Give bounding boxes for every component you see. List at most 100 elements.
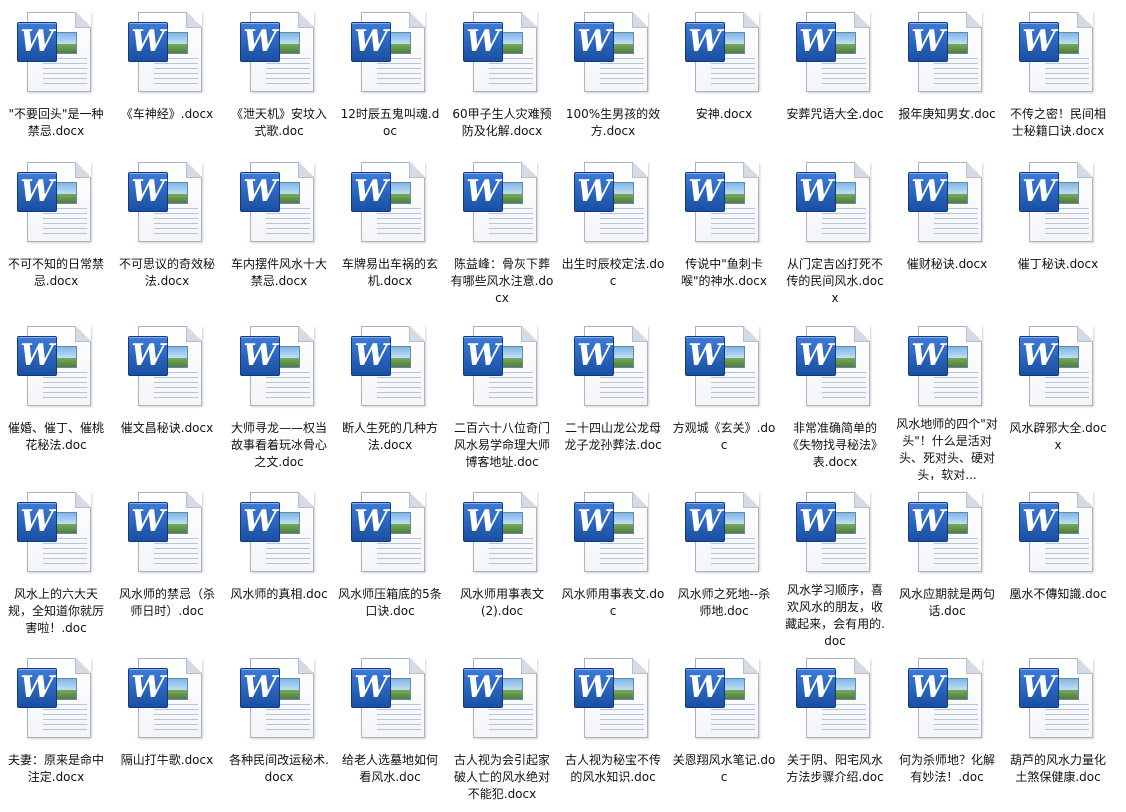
file-item[interactable]: W 古人视为秘宝不传的风水知识.doc bbox=[561, 654, 665, 812]
file-item[interactable]: W 风水应期就是两句话.doc bbox=[895, 488, 999, 646]
file-item[interactable]: W 夫妻：原来是命中注定.docx bbox=[4, 654, 108, 812]
file-item[interactable]: W 传说中"鱼刺卡喉"的神水.docx bbox=[672, 158, 776, 316]
word-document-icon: W bbox=[1019, 658, 1097, 740]
word-w-icon: W bbox=[574, 22, 614, 62]
word-w-icon: W bbox=[685, 22, 725, 62]
word-document-icon: W bbox=[17, 492, 95, 574]
word-w-icon: W bbox=[128, 172, 168, 212]
file-item[interactable]: W 各种民间改运秘术.docx bbox=[227, 654, 331, 812]
word-w-icon: W bbox=[574, 668, 614, 708]
file-item[interactable]: W 凰水不傳知識.doc bbox=[1006, 488, 1110, 646]
file-item[interactable]: W 催丁秘诀.docx bbox=[1006, 158, 1110, 316]
file-item[interactable]: W 何为杀师地？化解有妙法！.doc bbox=[895, 654, 999, 812]
word-document-icon: W bbox=[1019, 162, 1097, 244]
word-w-icon: W bbox=[17, 22, 57, 62]
word-document-icon: W bbox=[17, 162, 95, 244]
file-name-label: 60甲子生人灾难预防及化解.docx bbox=[452, 107, 552, 138]
file-item[interactable]: W 大师寻龙——权当故事看着玩冰骨心之文.doc bbox=[227, 322, 331, 480]
file-item[interactable]: W 60甲子生人灾难预防及化解.docx bbox=[450, 8, 554, 166]
word-document-icon: W bbox=[574, 12, 652, 94]
file-item[interactable]: W 不可不知的日常禁忌.docx bbox=[4, 158, 108, 316]
file-item[interactable]: W 风水师压箱底的5条口诀.doc bbox=[338, 488, 442, 646]
word-w-icon: W bbox=[240, 336, 280, 376]
file-item[interactable]: W 关于阴、阳宅风水方法步骤介绍.doc bbox=[783, 654, 887, 812]
word-w-icon: W bbox=[463, 336, 503, 376]
file-item[interactable]: W 断人生死的几种方法.docx bbox=[338, 322, 442, 480]
file-name-label: 风水师用事表文.doc bbox=[561, 587, 665, 618]
file-item[interactable]: W 风水师用事表文.doc bbox=[561, 488, 665, 646]
file-item[interactable]: W 《泄天机》安坟入式歌.doc bbox=[227, 8, 331, 166]
file-item[interactable]: W 安神.docx bbox=[672, 8, 776, 166]
word-document-icon: W bbox=[17, 658, 95, 740]
word-document-icon: W bbox=[463, 162, 541, 244]
file-item[interactable]: W "不要回头"是一种禁忌.docx bbox=[4, 8, 108, 166]
file-item[interactable]: W 安葬咒语大全.doc bbox=[783, 8, 887, 166]
file-item[interactable]: W 非常准确简单的《失物找寻秘法》表.docx bbox=[783, 322, 887, 480]
word-document-icon: W bbox=[240, 658, 318, 740]
file-name-label: 安神.docx bbox=[695, 107, 753, 121]
file-item[interactable]: W 风水地师的四个"对头"！什么是活对头、死对头、硬对头，软对... bbox=[895, 322, 999, 480]
file-item[interactable]: W 隔山打牛歌.docx bbox=[115, 654, 219, 812]
file-name-label: 不可思议的奇效秘法.docx bbox=[118, 257, 215, 288]
file-name-label: 非常准确简单的《失物找寻秘法》表.docx bbox=[786, 421, 883, 469]
file-item[interactable]: W 风水师用事表文(2).doc bbox=[450, 488, 554, 646]
word-w-icon: W bbox=[17, 336, 57, 376]
file-name-label: 报年庚知男女.doc bbox=[898, 107, 996, 121]
file-item[interactable]: W 不传之密！民间相士秘籍口诀.docx bbox=[1006, 8, 1110, 166]
file-item[interactable]: W 风水学习顺序，喜欢风水的朋友，收藏起来，会有用的.doc bbox=[783, 488, 887, 646]
word-document-icon: W bbox=[128, 492, 206, 574]
file-name-label: 催文昌秘诀.docx bbox=[120, 421, 214, 435]
file-name-label: 葫芦的风水力量化土煞保健康.doc bbox=[1009, 753, 1106, 784]
file-item[interactable]: W 风水辟邪大全.docx bbox=[1006, 322, 1110, 480]
file-item[interactable]: W 车牌易出车祸的玄机.docx bbox=[338, 158, 442, 316]
word-document-icon: W bbox=[463, 492, 541, 574]
file-item[interactable]: W 从门定吉凶打死不传的民间风水.docx bbox=[783, 158, 887, 316]
word-document-icon: W bbox=[351, 658, 429, 740]
word-w-icon: W bbox=[796, 172, 836, 212]
file-item[interactable]: W 催文昌秘诀.docx bbox=[115, 322, 219, 480]
file-item[interactable]: W 《车神经》.docx bbox=[115, 8, 219, 166]
file-name-label: 风水师的真相.doc bbox=[230, 587, 328, 601]
word-w-icon: W bbox=[908, 502, 948, 542]
word-document-icon: W bbox=[128, 12, 206, 94]
word-w-icon: W bbox=[574, 502, 614, 542]
file-item[interactable]: W 风水师之死地--杀师地.doc bbox=[672, 488, 776, 646]
file-item[interactable]: W 风水师的禁忌（杀师日时）.doc bbox=[115, 488, 219, 646]
word-w-icon: W bbox=[796, 502, 836, 542]
file-name-label: 出生时辰校定法.doc bbox=[561, 257, 665, 288]
file-name-label: 风水应期就是两句话.doc bbox=[898, 587, 995, 618]
file-item[interactable]: W 报年庚知男女.doc bbox=[895, 8, 999, 166]
file-item[interactable]: W 催财秘诀.docx bbox=[895, 158, 999, 316]
file-item[interactable]: W 12时辰五鬼叫魂.doc bbox=[338, 8, 442, 166]
file-item[interactable]: W 100%生男孩的效方.docx bbox=[561, 8, 665, 166]
file-item[interactable]: W 二十四山龙公龙母龙子龙孙葬法.doc bbox=[561, 322, 665, 480]
file-name-label: 风水地师的四个"对头"！什么是活对头、死对头、硬对头，软对... bbox=[896, 416, 998, 480]
word-w-icon: W bbox=[351, 668, 391, 708]
file-item[interactable]: W 葫芦的风水力量化土煞保健康.doc bbox=[1006, 654, 1110, 812]
word-document-icon: W bbox=[685, 492, 763, 574]
file-item[interactable]: W 古人视为会引起家破人亡的风水绝对不能犯.docx bbox=[450, 654, 554, 812]
file-item[interactable]: W 二百六十八位奇门风水易学命理大师博客地址.doc bbox=[450, 322, 554, 480]
word-document-icon: W bbox=[1019, 12, 1097, 94]
word-w-icon: W bbox=[240, 172, 280, 212]
word-w-icon: W bbox=[908, 336, 948, 376]
word-document-icon: W bbox=[796, 162, 874, 244]
file-name-label: 夫妻：原来是命中注定.docx bbox=[7, 753, 104, 784]
file-item[interactable]: W 风水师的真相.doc bbox=[227, 488, 331, 646]
file-item[interactable]: W 关恩翔风水笔记.doc bbox=[672, 654, 776, 812]
file-item[interactable]: W 催婚、催丁、催桃花秘法.doc bbox=[4, 322, 108, 480]
file-item[interactable]: W 方观城《玄关》.doc bbox=[672, 322, 776, 480]
word-document-icon: W bbox=[463, 658, 541, 740]
file-item[interactable]: W 陈益峰：骨灰下葬有哪些风水注意.docx bbox=[450, 158, 554, 316]
file-item[interactable]: W 出生时辰校定法.doc bbox=[561, 158, 665, 316]
file-item[interactable]: W 给老人选墓地如何看风水.doc bbox=[338, 654, 442, 812]
word-document-icon: W bbox=[463, 326, 541, 408]
file-item[interactable]: W 风水上的六大天规，全知道你就厉害啦！.doc bbox=[4, 488, 108, 646]
word-w-icon: W bbox=[796, 336, 836, 376]
file-name-label: 传说中"鱼刺卡喉"的神水.docx bbox=[681, 257, 767, 288]
file-name-label: 风水学习顺序，喜欢风水的朋友，收藏起来，会有用的.doc bbox=[785, 582, 885, 646]
file-item[interactable]: W 不可思议的奇效秘法.docx bbox=[115, 158, 219, 316]
file-name-label: 《车神经》.docx bbox=[120, 107, 214, 121]
file-name-label: 凰水不傳知識.doc bbox=[1009, 587, 1107, 601]
file-item[interactable]: W 车内摆件风水十大禁忌.docx bbox=[227, 158, 331, 316]
